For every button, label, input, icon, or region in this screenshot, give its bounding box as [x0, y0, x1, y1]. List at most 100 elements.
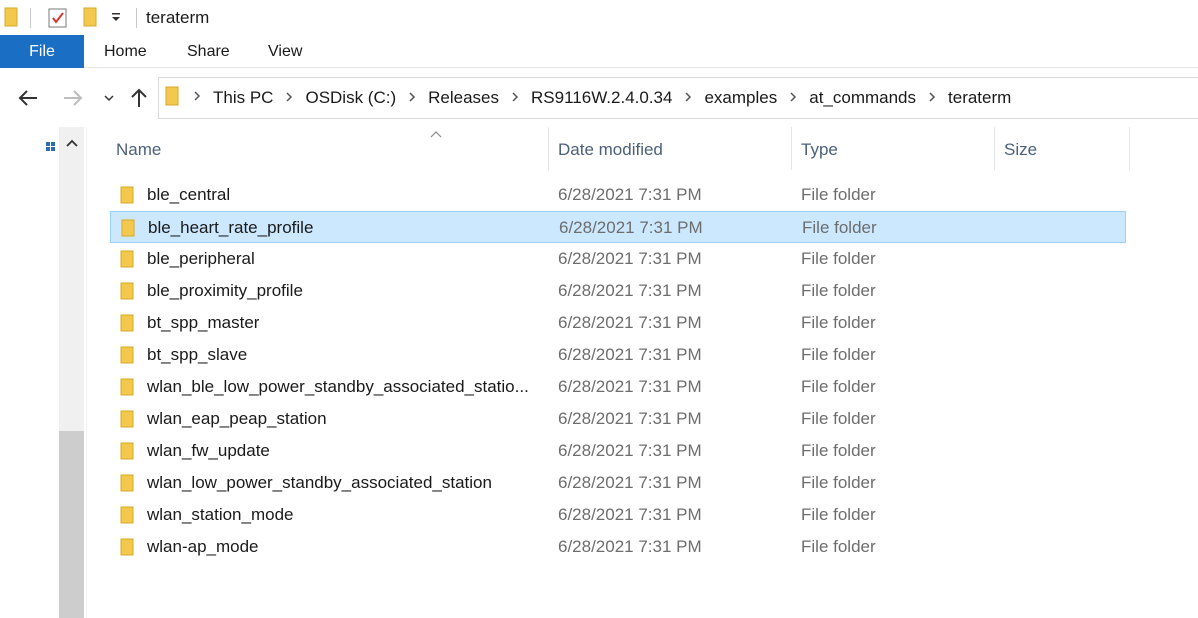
column-size[interactable]: Size [1004, 140, 1037, 160]
file-name[interactable]: wlan_fw_update [147, 441, 270, 461]
file-type: File folder [801, 313, 876, 332]
forward-arrow-icon [64, 90, 83, 106]
up-button[interactable] [127, 86, 151, 110]
file-row[interactable]: ble_central 6/28/2021 7:31 PM File folder [110, 179, 1126, 211]
tab-file[interactable]: File [0, 35, 84, 68]
file-row[interactable]: ble_peripheral 6/28/2021 7:31 PM File fold… [110, 243, 1126, 275]
ribbon: File Home Share View [0, 35, 1198, 68]
column-separator[interactable] [791, 127, 792, 170]
file-row[interactable]: bt_spp_master 6/28/2021 7:31 PM File folde… [110, 307, 1126, 339]
folder-icon [120, 346, 134, 369]
pane-divider [86, 127, 87, 618]
file-row[interactable]: wlan_ble_low_power_standby_associated_st… [110, 371, 1126, 403]
breadcrumb-item[interactable]: Releases [428, 88, 499, 108]
file-name[interactable]: wlan_station_mode [147, 505, 293, 525]
file-row[interactable]: ble_heart_rate_profile 6/28/2021 7:31 PM F… [110, 211, 1126, 243]
customize-toolbar-icon[interactable] [110, 10, 122, 29]
chevron-right-icon[interactable] [511, 90, 519, 106]
file-row[interactable]: wlan_low_power_standby_associated_statio… [110, 467, 1126, 499]
file-name[interactable]: ble_peripheral [147, 249, 255, 269]
file-name[interactable]: ble_proximity_profile [147, 281, 303, 301]
column-header: Name Date modified Type Size [110, 127, 1130, 170]
file-row[interactable]: wlan_fw_update 6/28/2021 7:31 PM File fold… [110, 435, 1126, 467]
tab-home[interactable]: Home [104, 35, 147, 68]
file-type: File folder [801, 473, 876, 492]
toolbar-separator [136, 8, 137, 28]
file-date-modified: 6/28/2021 7:31 PM [558, 441, 702, 460]
grid-icon [46, 139, 56, 151]
file-date-modified: 6/28/2021 7:31 PM [558, 537, 702, 556]
window-title: teraterm [146, 8, 210, 27]
chevron-right-icon[interactable] [408, 90, 416, 106]
file-name[interactable]: ble_central [147, 185, 230, 205]
chevron-right-icon[interactable] [684, 90, 692, 106]
file-row[interactable]: wlan-ap_mode 6/28/2021 7:31 PM File folder [110, 531, 1126, 563]
sort-ascending-icon [430, 127, 442, 141]
forward-button[interactable] [61, 86, 85, 110]
column-date-modified[interactable]: Date modified [558, 140, 663, 160]
chevron-right-icon[interactable] [193, 89, 201, 107]
chevron-up-icon [65, 139, 78, 147]
file-name[interactable]: wlan-ap_mode [147, 537, 259, 557]
file-name[interactable]: bt_spp_slave [147, 345, 247, 365]
file-type: File folder [801, 249, 876, 268]
file-date-modified: 6/28/2021 7:31 PM [558, 345, 702, 364]
back-arrow-icon [18, 90, 37, 106]
file-type: File folder [802, 218, 877, 237]
file-name[interactable]: wlan_low_power_standby_associated_statio… [147, 473, 492, 493]
file-row[interactable]: wlan_station_mode 6/28/2021 7:31 PM File f… [110, 499, 1126, 531]
folder-icon [120, 314, 134, 337]
folder-icon [121, 219, 135, 242]
new-folder-icon[interactable] [82, 7, 98, 32]
folder-icon [120, 410, 134, 433]
chevron-right-icon[interactable] [928, 90, 936, 106]
folder-icon [4, 7, 18, 32]
tab-share[interactable]: Share [187, 35, 230, 68]
file-type: File folder [801, 345, 876, 364]
tab-view[interactable]: View [268, 35, 302, 68]
recent-locations-button[interactable] [97, 86, 121, 110]
column-separator[interactable] [994, 127, 995, 170]
toolbar-separator [30, 8, 31, 28]
properties-icon[interactable] [47, 7, 69, 34]
breadcrumb-item[interactable]: OSDisk (C:) [305, 88, 396, 108]
back-button[interactable] [16, 86, 40, 110]
file-date-modified: 6/28/2021 7:31 PM [558, 281, 702, 300]
chevron-right-icon[interactable] [789, 90, 797, 106]
folder-icon [120, 378, 134, 401]
file-type: File folder [801, 537, 876, 556]
file-date-modified: 6/28/2021 7:31 PM [558, 185, 702, 204]
navigation-bar: This PC OSDisk (C:) Releases RS9116W.2.4… [0, 68, 1198, 127]
file-type: File folder [801, 185, 876, 204]
breadcrumb-item[interactable]: examples [704, 88, 777, 108]
breadcrumb-item[interactable]: RS9116W.2.4.0.34 [531, 88, 672, 108]
file-type: File folder [801, 281, 876, 300]
file-name[interactable]: wlan_ble_low_power_standby_associated_st… [147, 377, 529, 397]
breadcrumb: This PC OSDisk (C:) Releases RS9116W.2.4… [213, 88, 1011, 108]
file-row[interactable]: wlan_eap_peap_station 6/28/2021 7:31 PM Fi… [110, 403, 1126, 435]
scroll-up-button[interactable] [59, 133, 84, 153]
chevron-right-icon[interactable] [285, 90, 293, 106]
column-name[interactable]: Name [116, 140, 161, 160]
address-bar[interactable]: This PC OSDisk (C:) Releases RS9116W.2.4… [158, 77, 1198, 119]
column-separator[interactable] [548, 127, 549, 170]
column-type[interactable]: Type [801, 140, 838, 160]
scrollbar-thumb[interactable] [59, 431, 84, 618]
file-name[interactable]: ble_heart_rate_profile [148, 218, 313, 238]
file-date-modified: 6/28/2021 7:31 PM [559, 218, 703, 237]
file-type: File folder [801, 505, 876, 524]
breadcrumb-item[interactable]: This PC [213, 88, 273, 108]
file-name[interactable]: bt_spp_master [147, 313, 259, 333]
folder-icon [165, 86, 179, 111]
file-list: ble_central 6/28/2021 7:31 PM File folder b… [110, 179, 1126, 563]
column-separator[interactable] [1129, 127, 1130, 170]
file-row[interactable]: ble_proximity_profile 6/28/2021 7:31 PM Fi… [110, 275, 1126, 307]
up-arrow-icon [131, 88, 147, 107]
breadcrumb-item[interactable]: at_commands [809, 88, 916, 108]
folder-icon [120, 250, 134, 273]
folder-icon [120, 474, 134, 497]
breadcrumb-item[interactable]: teraterm [948, 88, 1011, 108]
file-row[interactable]: bt_spp_slave 6/28/2021 7:31 PM File folder [110, 339, 1126, 371]
file-name[interactable]: wlan_eap_peap_station [147, 409, 327, 429]
file-date-modified: 6/28/2021 7:31 PM [558, 473, 702, 492]
